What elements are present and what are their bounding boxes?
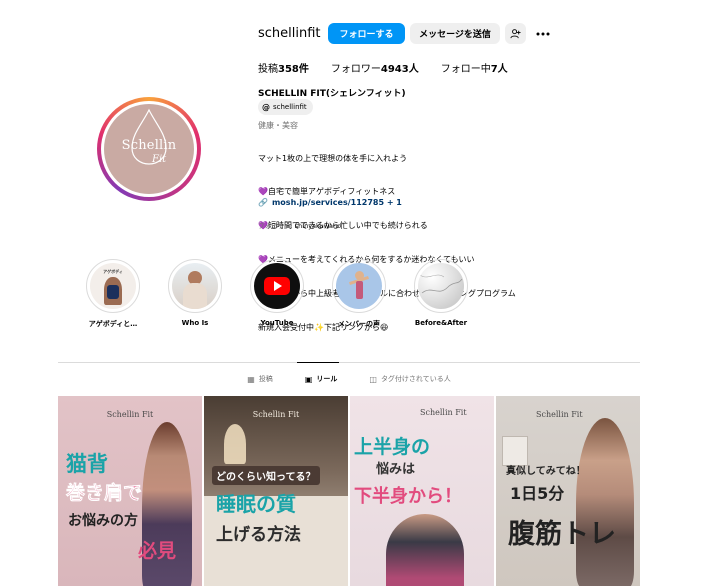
youtube-icon: [264, 277, 290, 295]
highlight-thumbnail: [172, 263, 218, 309]
avatar-inner: Schellin Fit: [101, 101, 197, 197]
person-figure: [576, 418, 634, 586]
reel-caption-line: 真似してみてね！: [506, 466, 586, 477]
follow-button[interactable]: フォローする: [328, 23, 405, 44]
highlight-label: YouTube: [260, 319, 294, 327]
avatar-logo-subtext: Fit: [152, 154, 167, 165]
person-figure: [386, 514, 464, 586]
following-count[interactable]: フォロー中7人: [441, 60, 508, 75]
more-options-button[interactable]: [534, 23, 552, 44]
tab-label: タグ付けされている人: [380, 375, 451, 383]
marble-texture-icon: [419, 274, 463, 294]
person-outfit: [356, 281, 363, 299]
profile-stats: 投稿358件 フォロワー4943人 フォロー中7人: [258, 60, 530, 75]
reel-thumbnail[interactable]: Schellin Fit 真似してみてね！ 1日5分 腹筋トレ: [496, 396, 640, 586]
highlight-item[interactable]: YouTube: [246, 259, 308, 327]
following-value: 7人: [490, 64, 508, 75]
highlight-ring: アゲボディ: [86, 259, 140, 313]
followers-count[interactable]: フォロワー4943人: [331, 60, 419, 75]
message-button[interactable]: メッセージを送信: [410, 23, 500, 44]
highlight-item[interactable]: アゲボディ アゲボディと…: [82, 259, 144, 329]
suggest-user-button[interactable]: [505, 23, 526, 44]
highlight-thumbnail: [418, 263, 464, 309]
reels-icon: ▣: [304, 374, 313, 384]
tab-label: 投稿: [258, 375, 273, 383]
avatar-logo: Schellin Fit: [104, 104, 194, 194]
profile-link-text: mosh.jp/services/112785 + 1: [271, 198, 402, 207]
profile-username: schellinfit: [258, 26, 321, 41]
reel-brand-text: Schellin Fit: [536, 410, 583, 419]
bio-line: マット1枚の上で理想の体を手に入れよう: [258, 153, 408, 163]
reel-caption-line: 下半身から！: [354, 486, 462, 507]
person-outfit: [107, 285, 119, 299]
posts-label: 投稿: [258, 64, 278, 75]
tabs-divider: [58, 362, 640, 363]
reel-thumbnail[interactable]: Schellin Fit どのくらい知ってる？ 睡眠の質 上げる方法: [204, 396, 348, 586]
lamp-shape: [224, 424, 246, 464]
highlight-ring: [168, 259, 222, 313]
highlight-label: Before&After: [414, 319, 468, 327]
tagged-icon: ◫: [369, 374, 377, 384]
highlight-label: アゲボディと…: [88, 320, 138, 328]
add-user-icon: [510, 29, 521, 39]
profile-full-name: SCHELLIN FIT(シェレンフィット): [258, 89, 406, 99]
reel-caption-line: 悩みは: [376, 462, 416, 477]
reel-caption-line: 猫背: [66, 452, 108, 476]
followed-by-label: フォロワー:: [258, 222, 293, 230]
active-tab-indicator: [297, 362, 339, 363]
highlight-item[interactable]: Before&After: [410, 259, 472, 327]
threads-badge[interactable]: @ schellinfit: [258, 99, 313, 115]
highlight-ring: [332, 259, 386, 313]
highlight-ring: [414, 259, 468, 313]
followed-by-user: shinyakuwano: [294, 222, 342, 230]
highlight-item[interactable]: Who Is: [164, 259, 226, 327]
posts-value: 358件: [278, 64, 309, 75]
highlight-thumb-text: アゲボディ: [103, 269, 123, 274]
grid-icon: ▦: [247, 374, 255, 384]
reel-caption-line: 上げる方法: [216, 525, 301, 545]
reel-caption-line: 睡眠の質: [216, 492, 296, 516]
reel-thumbnail[interactable]: Schellin Fit 上半身の 悩みは 下半身から！: [350, 396, 494, 586]
followers-label: フォロワー: [330, 64, 381, 75]
followers-value: 4943人: [380, 64, 419, 75]
reel-brand-text: Schellin Fit: [252, 410, 300, 419]
highlight-ring: [250, 259, 304, 313]
profile-avatar[interactable]: Schellin Fit: [97, 97, 201, 201]
profile-link[interactable]: 🔗 mosh.jp/services/112785 + 1: [258, 198, 402, 207]
reel-brand-text: Schellin Fit: [420, 408, 467, 417]
highlight-thumbnail: アゲボディ: [90, 263, 136, 309]
tab-label: リール: [316, 375, 338, 383]
reel-brand-text: Schellin Fit: [106, 410, 154, 419]
reel-caption-line: お悩みの方: [68, 513, 138, 529]
threads-handle: schellinfit: [273, 103, 307, 111]
profile-tabs: ▦ 投稿 ▣ リール ◫ タグ付けされている人: [58, 374, 640, 384]
reel-caption-line: どのくらい知ってる？: [212, 466, 320, 485]
followed-by[interactable]: フォロワー: shinyakuwano: [258, 220, 341, 230]
reel-caption-line: 巻き肩で: [66, 482, 143, 505]
reel-caption-line: 上半身の: [354, 436, 431, 458]
reel-thumbnail[interactable]: Schellin Fit 猫背 巻き肩で お悩みの方 必見: [58, 396, 202, 586]
threads-icon: @: [262, 102, 270, 112]
reel-caption-line: 必見: [138, 540, 177, 562]
highlight-label: メンバーの声: [338, 320, 380, 328]
reel-caption-line: 腹筋トレ: [508, 519, 616, 550]
avatar-logo-text: Schellin: [121, 138, 177, 153]
tab-tagged[interactable]: ◫ タグ付けされている人: [369, 374, 450, 384]
following-label: フォロー中: [440, 64, 491, 75]
reel-caption-line: 1日5分: [510, 484, 565, 503]
highlight-item[interactable]: メンバーの声: [328, 259, 390, 329]
highlight-thumbnail: [336, 263, 382, 309]
link-icon: 🔗: [258, 198, 268, 207]
tab-posts[interactable]: ▦ 投稿: [247, 374, 273, 384]
highlight-label: Who Is: [181, 319, 209, 327]
bio-line: 💜自宅で簡単アゲボディフィットネス: [258, 187, 396, 197]
person-body: [183, 283, 207, 309]
more-icon: [536, 32, 550, 35]
reels-grid: Schellin Fit 猫背 巻き肩で お悩みの方 必見 Schellin F…: [58, 396, 640, 586]
posts-count: 投稿358件: [258, 60, 309, 75]
tab-reels[interactable]: ▣ リール: [305, 374, 338, 384]
highlight-thumbnail: [254, 263, 300, 309]
